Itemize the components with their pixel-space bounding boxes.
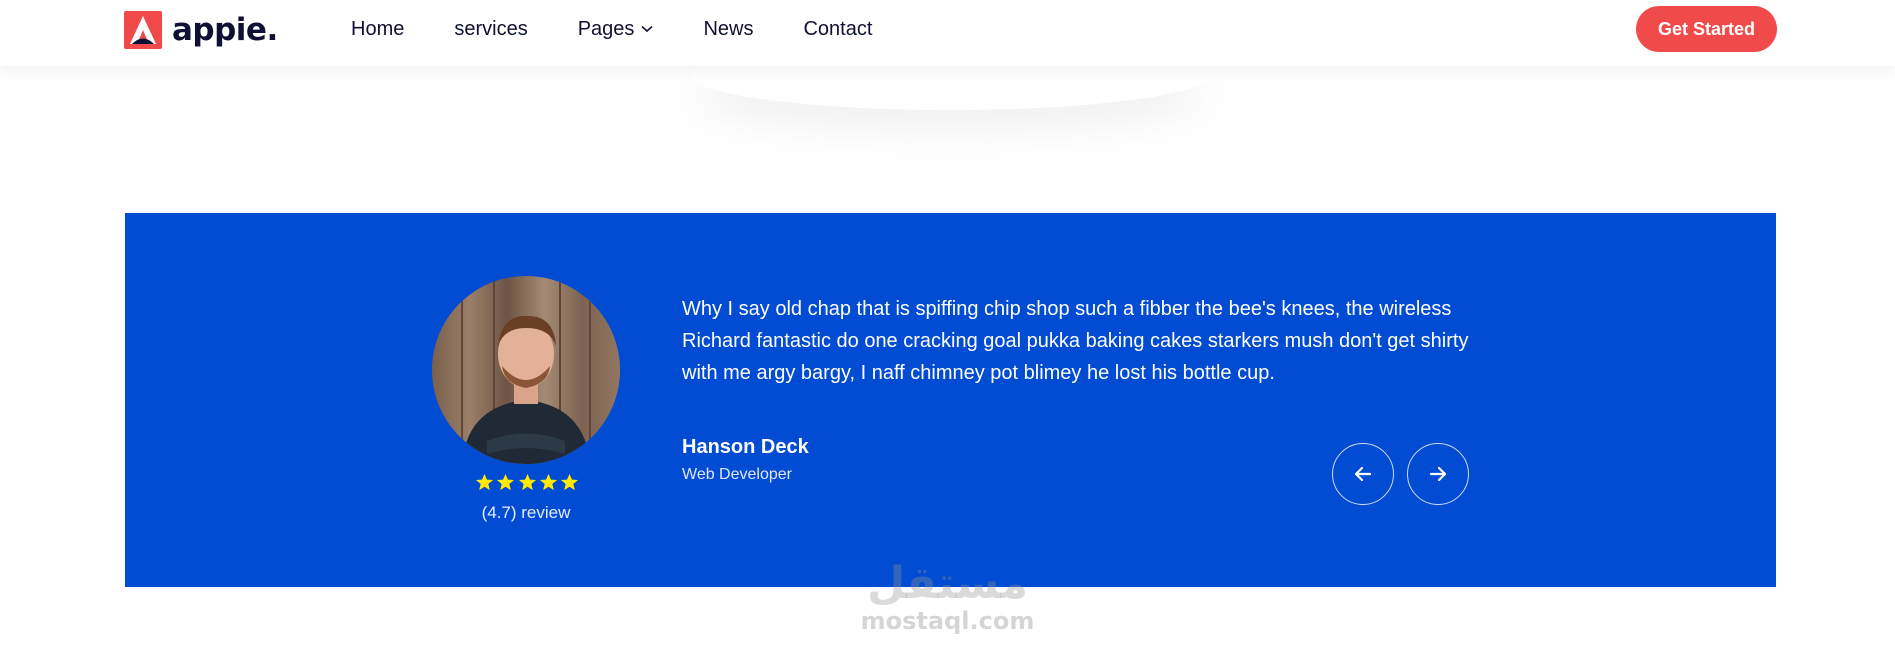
logo-text: appie.: [172, 12, 278, 48]
star-icon: [475, 473, 494, 491]
logo-icon: [124, 11, 162, 49]
get-started-button[interactable]: Get Started: [1636, 6, 1777, 52]
rating-stars: [475, 473, 579, 493]
author-role: Web Developer: [682, 466, 792, 483]
watermark: مستقل mostaql.com: [860, 560, 1035, 644]
prev-testimonial-button[interactable]: [1332, 443, 1394, 505]
next-testimonial-button[interactable]: [1407, 443, 1469, 505]
star-icon: [497, 473, 515, 491]
site-header: appie. Home services Pages News Contact: [0, 0, 1895, 66]
logo[interactable]: appie.: [124, 10, 278, 50]
nav-pages-label: Pages: [577, 17, 635, 40]
nav-pages[interactable]: Pages: [578, 18, 654, 41]
watermark-latin: mostaql.com: [860, 607, 1035, 635]
chevron-down-icon: [641, 25, 653, 33]
nav-news[interactable]: News: [703, 18, 753, 41]
nav-services[interactable]: services: [454, 18, 527, 41]
nav-news-label: News: [703, 17, 754, 40]
nav-home-label: Home: [351, 17, 405, 40]
arrow-right-icon: [1429, 466, 1447, 482]
nav-contact[interactable]: Contact: [803, 18, 872, 41]
author-name: Hanson Deck: [682, 436, 809, 458]
testimonial-quote: Why I say old chap that is spiffing chip…: [682, 298, 1469, 384]
testimonial-panel: (4.7) review Why I say old chap that is …: [125, 213, 1776, 587]
avatar: [432, 276, 620, 464]
star-icon: [560, 473, 579, 491]
star-icon: [518, 473, 536, 491]
nav-contact-label: Contact: [803, 17, 873, 40]
watermark-arabic: مستقل: [867, 558, 1028, 609]
main-nav: Home services Pages News Contact: [351, 0, 922, 58]
nav-services-label: services: [454, 17, 528, 40]
star-icon: [539, 473, 557, 491]
review-score: (4.7) review: [481, 503, 571, 522]
page: appie. Home services Pages News Contact: [0, 0, 1895, 657]
arrow-left-icon: [1354, 466, 1372, 482]
nav-home[interactable]: Home: [351, 18, 404, 41]
avatar-image: [432, 276, 620, 464]
